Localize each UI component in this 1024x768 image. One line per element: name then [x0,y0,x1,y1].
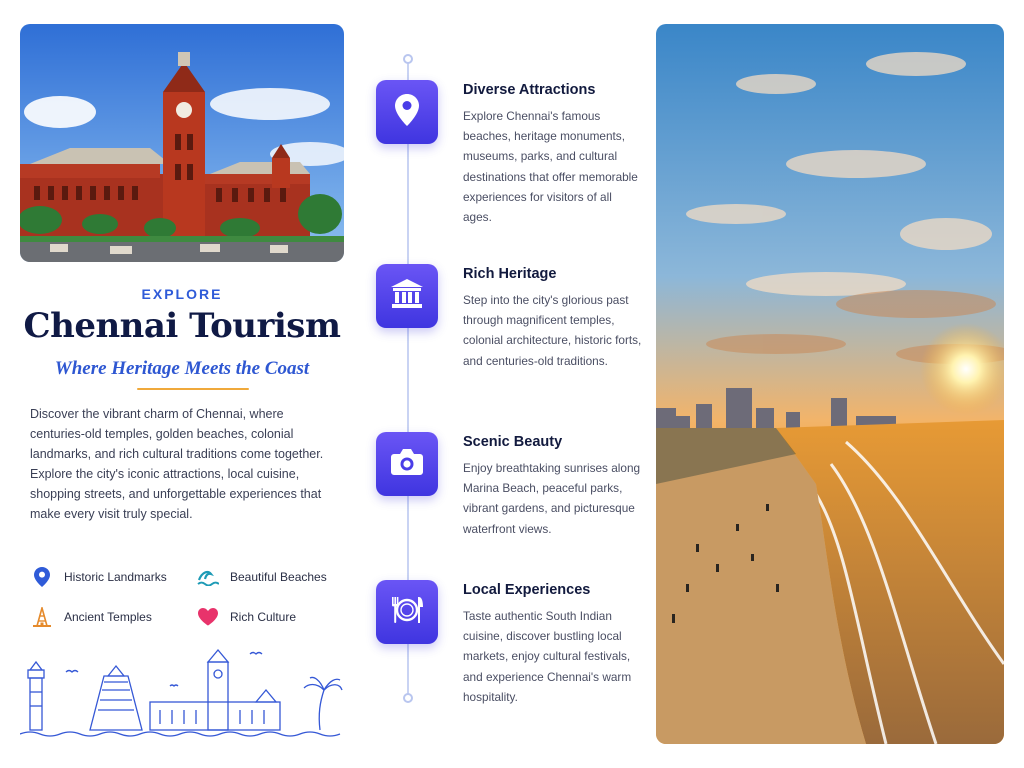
timeline-end-dot [403,693,413,703]
eyebrow-label: EXPLORE [141,286,223,302]
page-title: Chennai Tourism [23,306,341,346]
highlight-label: Historic Landmarks [64,570,167,584]
dining-icon [389,595,425,630]
intro-panel: EXPLORE Chennai Tourism Where Heritage M… [19,24,344,744]
step-description: Taste authentic South Indian cuisine, di… [463,609,632,704]
location-pin-icon [395,93,419,131]
intro-paragraph: Discover the vibrant charm of Chennai, w… [30,407,324,521]
highlight-label: Ancient Temples [64,610,152,624]
city-skyline-illustration [19,644,344,740]
highlight-item: Rich Culture [196,606,296,628]
museum-icon [391,278,423,314]
temple-icon [30,606,54,628]
step-title: Local Experiences [463,582,591,598]
step-icon-badge [376,80,438,144]
marina-beach-sunset-photo [656,24,1004,744]
highlight-label: Beautiful Beaches [230,570,327,584]
step-icon-badge [376,264,438,328]
highlight-item: Historic Landmarks [30,566,167,588]
tagline-divider [137,388,249,390]
page-tagline: Where Heritage Meets the Coast [54,358,310,379]
step-icon-badge [376,432,438,496]
waves-icon [196,566,220,588]
step-title: Rich Heritage [463,266,557,282]
location-pin-icon [30,566,54,588]
highlight-label: Rich Culture [230,610,297,624]
step-description: Explore Chennai's famous beaches, herita… [463,109,638,225]
highlight-item: Ancient Temples [30,606,152,628]
step-icon-badge [376,580,438,644]
camera-icon [390,448,424,481]
step-title: Diverse Attractions [463,82,596,98]
highlight-item: Beautiful Beaches [196,566,327,588]
step-description: Enjoy breathtaking sunrises along Marina… [463,461,641,536]
heart-icon [196,606,220,628]
timeline-start-dot [403,54,413,64]
step-title: Scenic Beauty [463,434,563,450]
step-description: Step into the city's glorious past throu… [463,293,642,368]
chennai-central-station-photo [20,24,344,262]
